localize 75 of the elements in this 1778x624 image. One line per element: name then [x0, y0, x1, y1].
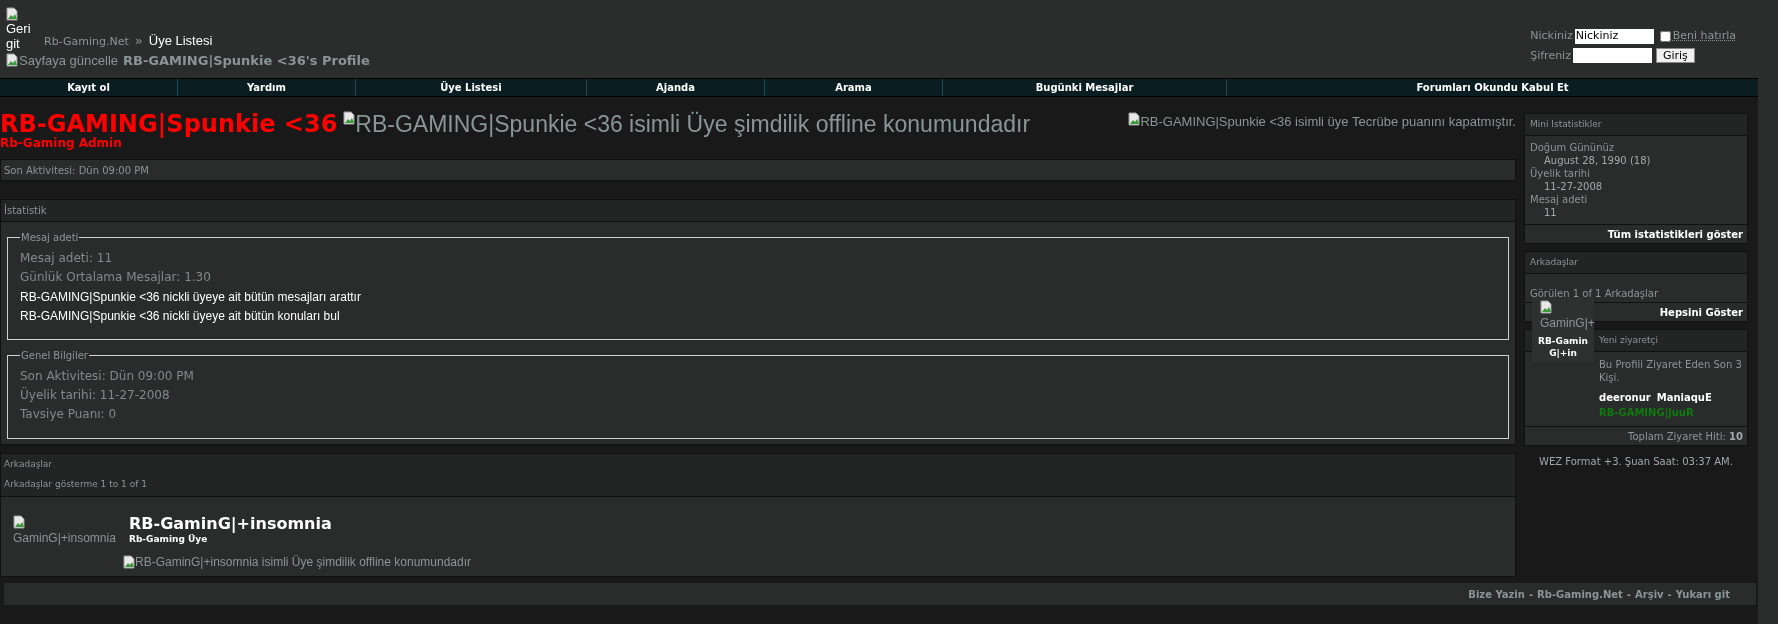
nav-link[interactable]: Yardım — [176, 79, 355, 96]
visitors-text: Bu Profili Ziyaret Eden Son 3 Kişi. — [1599, 358, 1742, 384]
footer-separator: - — [1528, 587, 1534, 602]
stat-label: Üyelik tarihi — [1530, 167, 1591, 180]
breadcrumb-separator: » — [134, 32, 143, 50]
show-all-stats-link[interactable]: Tüm istatistikleri göster — [1607, 226, 1743, 242]
friend-status-alt: RB-GaminG|+insomnia isimli Üye şimdilik offline konumundadır — [135, 553, 472, 571]
profile-username: RB-GAMING|Spunkie <36 — [0, 111, 338, 137]
stat-text: Tavsiye Puanı: 0 — [20, 406, 118, 423]
friend-user-title: Rb-Gaming Üye — [129, 533, 209, 546]
broken-image-icon — [6, 53, 18, 68]
scrollbar-track[interactable] — [1758, 0, 1778, 624]
nickname-label: Nickiniz — [1530, 28, 1573, 44]
search-link[interactable]: RB-GAMING|Spunkie <36 nickli üyeye ait bütün mesajları arattır — [20, 290, 361, 304]
footer-separator: - — [1667, 587, 1672, 602]
visitor-link[interactable]: ManiaquE — [1656, 390, 1712, 405]
visitor-link[interactable]: deeronur — [1599, 390, 1651, 405]
time-note: WEZ Format +3. Şuan Saat: 03:37 AM. — [1538, 455, 1734, 469]
stat-text: Üyelik tarihi: 11-27-2008 — [20, 386, 171, 404]
friends-seen-text: Görülen 1 of 1 Arkadaşlar — [1530, 288, 1659, 299]
broken-image-icon — [1128, 112, 1141, 126]
stat-label: Doğum Gününüz — [1530, 141, 1616, 154]
search-link[interactable]: RB-GAMING|Spunkie <36 nickli üyeye ait bütün konuları bul — [20, 309, 340, 323]
panel-title: Arkadaşlar — [4, 458, 54, 471]
profile-user-title: Rb-Gaming Admin — [0, 137, 122, 149]
footer-link[interactable]: Bize Yazin — [1468, 586, 1525, 602]
friend-name[interactable]: RB-GaminG|+insomnia — [129, 515, 472, 533]
login-button[interactable]: Giriş — [1655, 48, 1695, 64]
last-activity-text: Son Aktivitesi: Dün 09:00 PM — [4, 163, 149, 178]
panel-title: Yeni ziyaretçi — [1599, 333, 1658, 347]
footer-link[interactable]: Arşiv — [1635, 586, 1664, 602]
stat-value: August 28, 1990 (18) — [1543, 154, 1652, 167]
breadcrumb-link[interactable]: Rb-Gaming.Net — [44, 34, 129, 51]
nav-link[interactable]: Kayıt ol — [0, 79, 177, 96]
broken-image-icon — [123, 554, 135, 569]
panel-title: İstatistik — [4, 203, 47, 218]
profile-title: RB-GAMING|Spunkie <36's Profile — [123, 51, 370, 70]
panel-title: Arkadaşlar — [1530, 255, 1579, 269]
total-visits-text: Toplam Ziyaret Hiti: 10 — [1628, 429, 1743, 444]
refresh-image-alt[interactable]: Sayfaya güncelle — [19, 50, 118, 70]
stat-label: Mesaj adeti — [1530, 193, 1589, 206]
breadcrumb-current: Üye Listesi — [148, 32, 213, 50]
remember-me-label[interactable]: Beni hatırla — [1672, 28, 1736, 45]
nav-link[interactable]: Üye Listesi — [354, 79, 586, 96]
stat-value: 11 — [1543, 206, 1558, 219]
footer-separator: - — [1626, 587, 1631, 602]
friends-count-text: Arkadaşlar gösterme 1 to 1 of 1 — [4, 478, 148, 491]
password-field[interactable] — [1572, 48, 1652, 64]
nickname-field[interactable]: Nickiniz — [1574, 28, 1654, 44]
reputation-alt: RB-GAMING|Spunkie <36 isimli üye Tecrübe puanını kapatmıştır. — [1140, 113, 1516, 131]
panel-title: Mini Istatistikler — [1530, 117, 1602, 131]
broken-image-icon — [1540, 300, 1552, 314]
footer-link[interactable]: Yukarı git — [1675, 586, 1730, 602]
stat-text: Günlük Ortalama Mesajlar: 1.30 — [20, 269, 212, 286]
online-status-alt: RB-GAMING|Spunkie <36 isimli Üye şimdilik offline konumundadır — [355, 111, 1031, 137]
stat-text: Mesaj adeti: 11 — [20, 250, 114, 267]
fieldset-legend: Genel Bilgiler — [20, 348, 89, 363]
password-label: Şifreniz — [1530, 47, 1571, 64]
remember-checkbox[interactable] — [1659, 30, 1671, 42]
broken-image-icon — [13, 515, 25, 529]
nav-link[interactable]: Ajanda — [586, 79, 764, 96]
broken-image-icon — [6, 6, 18, 21]
footer-link[interactable]: Rb-Gaming.Net — [1537, 586, 1623, 602]
broken-image-icon — [343, 111, 356, 125]
fieldset-legend: Mesaj adeti — [20, 230, 80, 245]
friend-popup[interactable]: GaminG|+ RB-GaminG|+in — [1532, 297, 1594, 362]
show-all-friends-link[interactable]: Hepsini Göster — [1659, 304, 1743, 320]
back-image-alt[interactable]: Geri git — [6, 20, 38, 51]
avatar-alt: GaminG|+ — [1540, 315, 1595, 332]
stat-value: 11-27-2008 — [1543, 180, 1604, 193]
friend-name: RB-GaminG|+in — [1537, 335, 1589, 359]
stat-text: Son Aktivitesi: Dün 09:00 PM — [20, 368, 195, 385]
nav-link[interactable]: Arama — [763, 79, 942, 96]
nav-link[interactable]: Bugünki Mesajlar — [941, 79, 1227, 96]
avatar-alt: GaminG|+insomnia — [13, 530, 117, 547]
